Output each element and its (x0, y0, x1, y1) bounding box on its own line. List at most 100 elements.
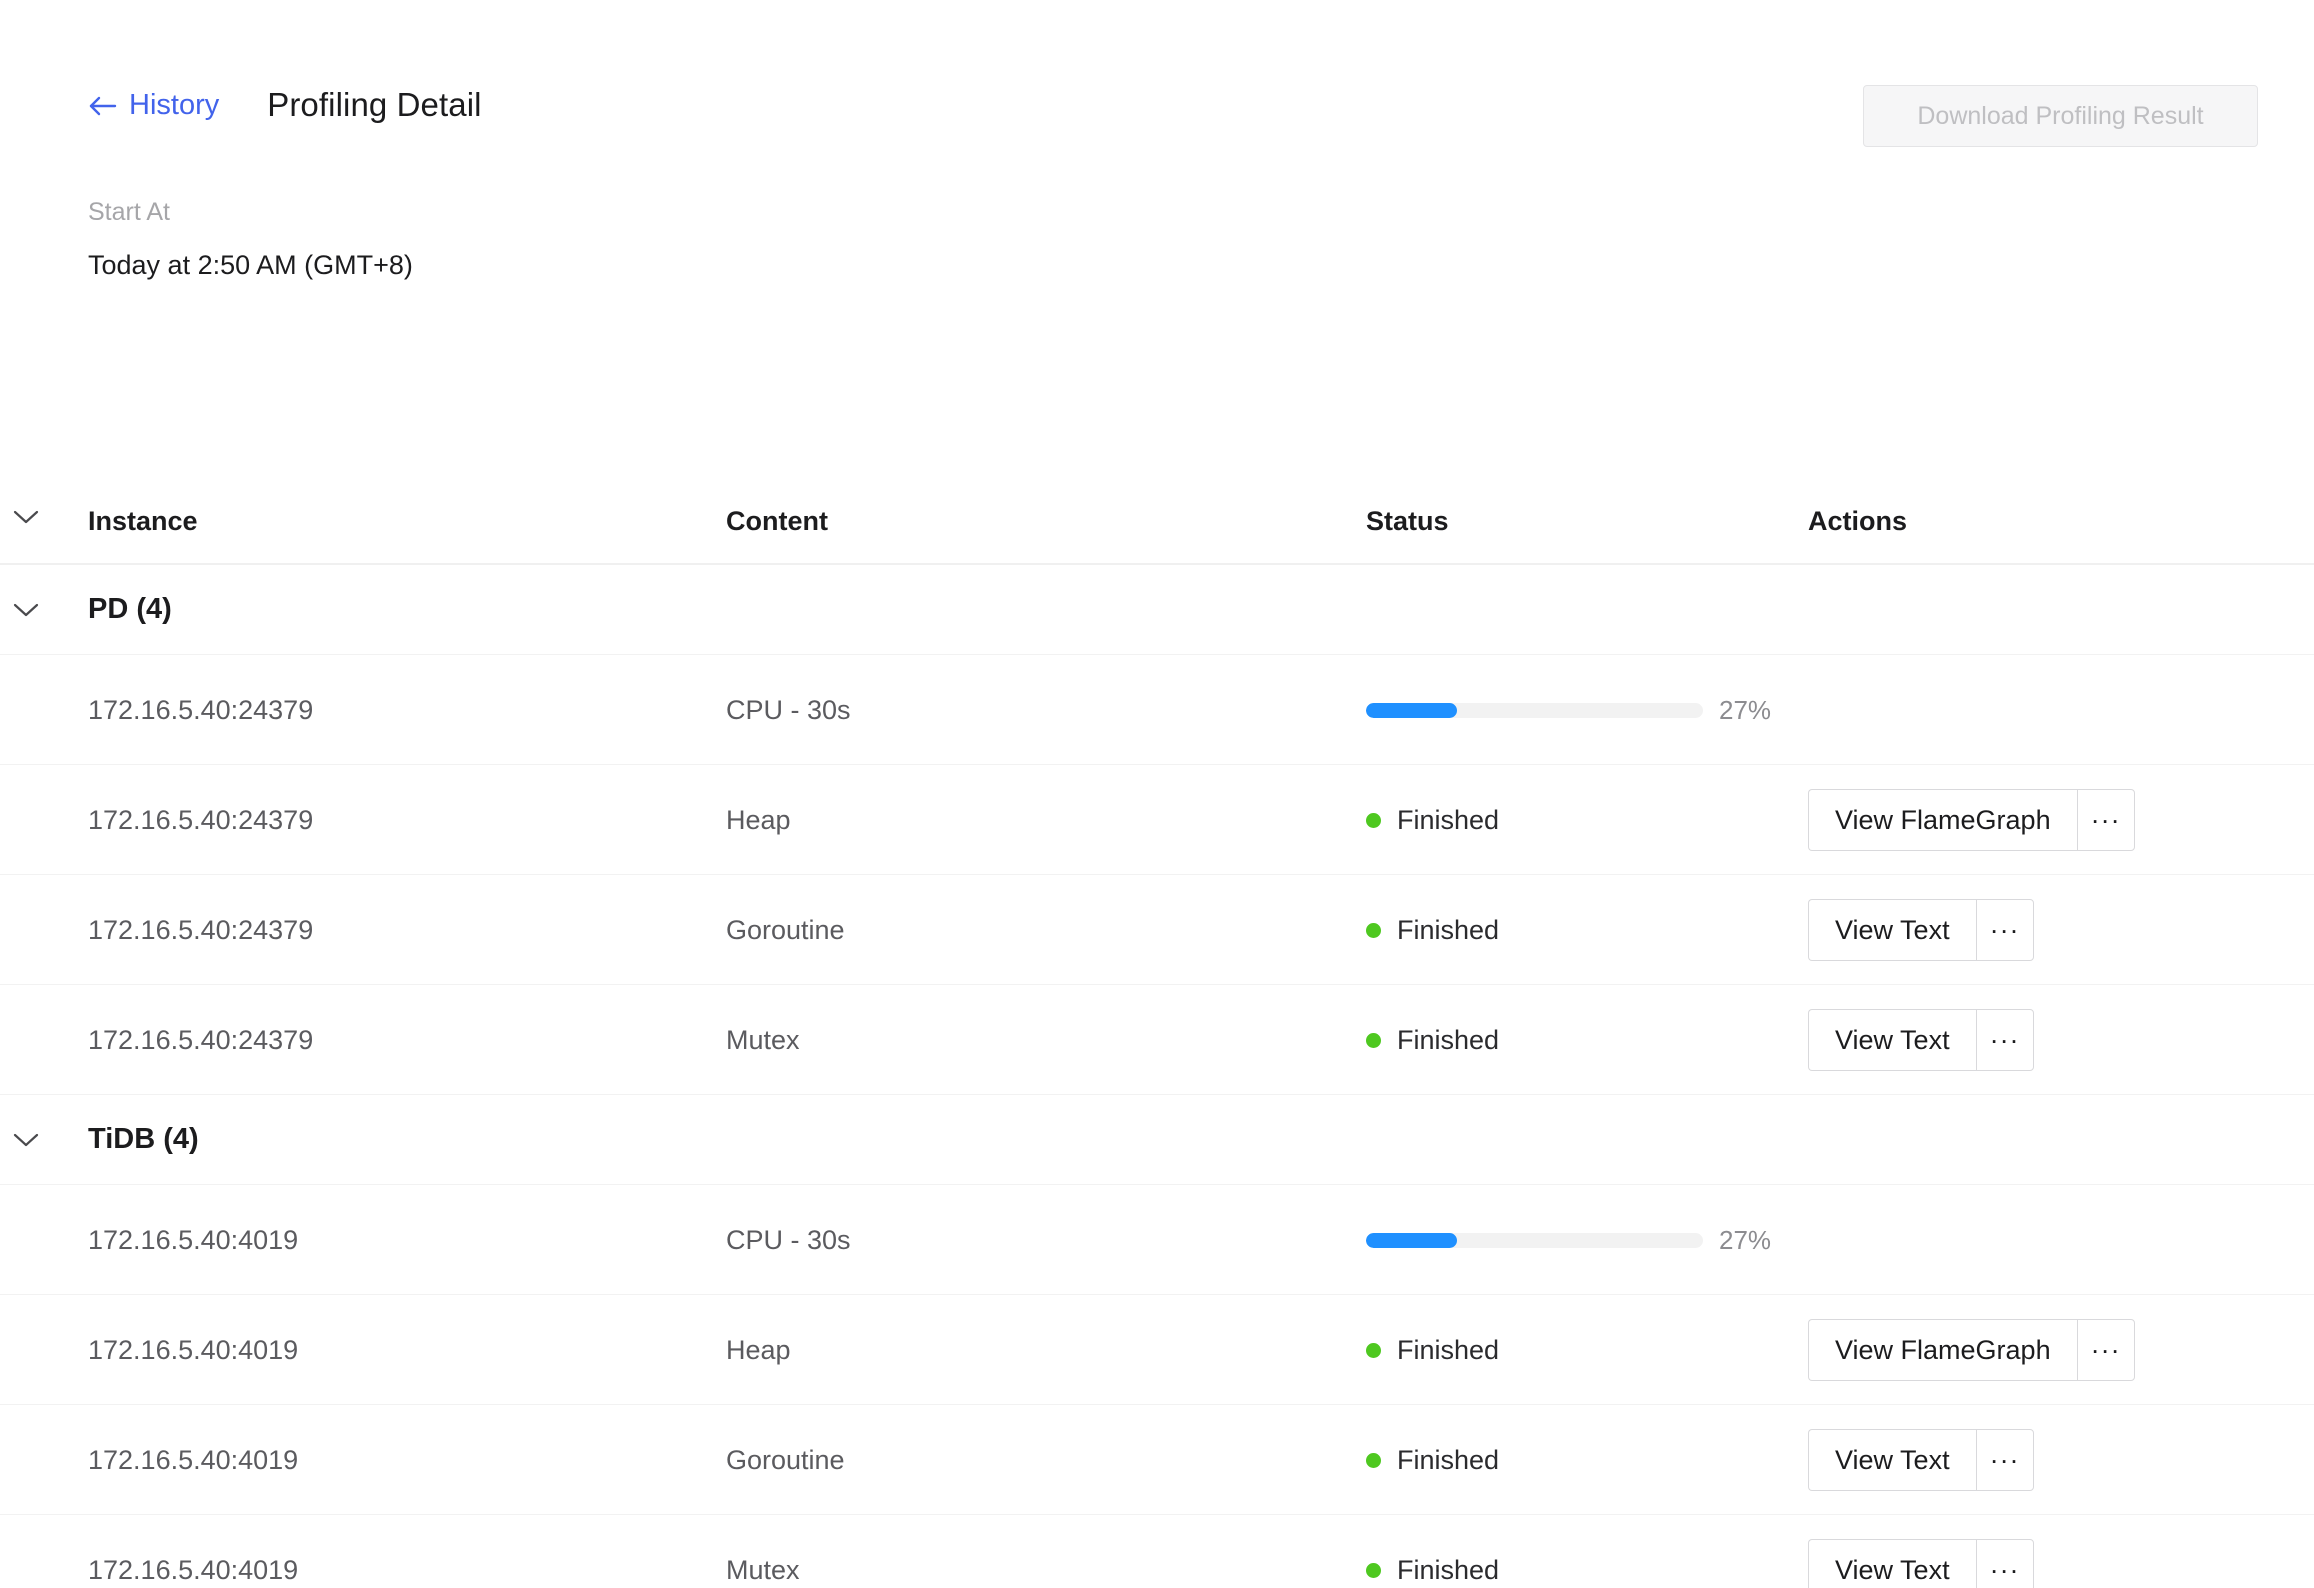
cell-status: Finished (1366, 765, 1499, 875)
status-dot-icon (1366, 1563, 1381, 1578)
row-action-split-button: View Text··· (1808, 1009, 2034, 1071)
row-more-actions-button[interactable]: ··· (1976, 899, 2034, 961)
cell-status: Finished (1366, 1515, 1499, 1588)
cell-instance: 172.16.5.40:4019 (88, 1185, 298, 1295)
status-label: Finished (1397, 917, 1499, 944)
table-group-row[interactable]: TiDB (4) (0, 1095, 2314, 1185)
status-badge: Finished (1366, 917, 1499, 944)
status-badge: Finished (1366, 1557, 1499, 1584)
instance-address: 172.16.5.40:4019 (88, 1227, 298, 1254)
cell-status: Finished (1366, 985, 1499, 1095)
table-row: 172.16.5.40:24379 Mutex Finished View Text·… (0, 985, 2314, 1095)
cell-status: Finished (1366, 1405, 1499, 1515)
progress-track (1366, 703, 1703, 718)
row-action-split-button: View FlameGraph··· (1808, 789, 2135, 851)
progress-percent-label: 27% (1719, 697, 1771, 723)
expand-all-toggle[interactable] (12, 504, 56, 531)
row-primary-action-button[interactable]: View Text (1808, 1539, 1976, 1588)
content-type: Mutex (726, 1027, 800, 1054)
header-bar: History Profiling Detail (88, 86, 482, 124)
status-label: Finished (1397, 1027, 1499, 1054)
progress-fill (1366, 1233, 1457, 1248)
row-more-actions-button[interactable]: ··· (1976, 1539, 2034, 1588)
start-at-label: Start At (88, 200, 413, 225)
row-more-actions-button[interactable]: ··· (1976, 1429, 2034, 1491)
table-row: 172.16.5.40:24379CPU - 30s27% (0, 655, 2314, 765)
cell-instance: 172.16.5.40:24379 (88, 765, 313, 875)
cell-actions: View Text··· (1808, 875, 2034, 985)
progress-indicator: 27% (1366, 1227, 1771, 1253)
table-row: 172.16.5.40:24379 Heap Finished View FlameG… (0, 765, 2314, 875)
row-primary-action-button[interactable]: View FlameGraph (1808, 1319, 2077, 1381)
instance-address: 172.16.5.40:4019 (88, 1447, 298, 1474)
content-type: CPU - 30s (726, 1227, 851, 1254)
content-type: Heap (726, 1337, 791, 1364)
progress-percent-label: 27% (1719, 1227, 1771, 1253)
status-dot-icon (1366, 813, 1381, 828)
table-group-label: PD (4) (88, 595, 172, 624)
chevron-down-icon[interactable] (12, 601, 40, 619)
cell-actions: View FlameGraph··· (1808, 765, 2135, 875)
table-row: 172.16.5.40:4019 Mutex Finished View Text··… (0, 1515, 2314, 1588)
profiling-table: Instance Content Status Actions PD (4) 17… (0, 480, 2314, 1588)
instance-address: 172.16.5.40:4019 (88, 1337, 298, 1364)
status-badge: Finished (1366, 1337, 1499, 1364)
content-type: Mutex (726, 1557, 800, 1584)
status-badge: Finished (1366, 807, 1499, 834)
cell-actions: View Text··· (1808, 1515, 2034, 1588)
cell-actions: View Text··· (1808, 985, 2034, 1095)
cell-instance: 172.16.5.40:4019 (88, 1295, 298, 1405)
instance-address: 172.16.5.40:4019 (88, 1557, 298, 1584)
row-action-split-button: View Text··· (1808, 1539, 2034, 1588)
start-at-block: Start At Today at 2:50 AM (GMT+8) (88, 200, 413, 279)
status-dot-icon (1366, 1033, 1381, 1048)
cell-content: Goroutine (726, 1405, 845, 1515)
back-to-history-link[interactable]: History (88, 91, 219, 120)
progress-fill (1366, 703, 1457, 718)
start-at-value: Today at 2:50 AM (GMT+8) (88, 252, 413, 279)
row-primary-action-button[interactable]: View Text (1808, 1429, 1976, 1491)
cell-content: Heap (726, 765, 791, 875)
content-type: Goroutine (726, 917, 845, 944)
instance-address: 172.16.5.40:24379 (88, 917, 313, 944)
table-header-row: Instance Content Status Actions (0, 480, 2314, 565)
content-type: Goroutine (726, 1447, 845, 1474)
row-more-actions-button[interactable]: ··· (2077, 789, 2135, 851)
profiling-detail-page: History Profiling Detail Download Profil… (0, 0, 2314, 1588)
table-group-label: TiDB (4) (88, 1125, 199, 1154)
cell-content: Mutex (726, 1515, 800, 1588)
row-action-split-button: View Text··· (1808, 1429, 2034, 1491)
table-row: 172.16.5.40:4019 Heap Finished View FlameGr… (0, 1295, 2314, 1405)
cell-instance: 172.16.5.40:24379 (88, 875, 313, 985)
cell-instance: 172.16.5.40:4019 (88, 1515, 298, 1588)
row-primary-action-button[interactable]: View Text (1808, 1009, 1976, 1071)
row-more-actions-button[interactable]: ··· (2077, 1319, 2135, 1381)
content-type: Heap (726, 807, 791, 834)
cell-content: Goroutine (726, 875, 845, 985)
chevron-down-icon (12, 508, 40, 526)
status-dot-icon (1366, 1343, 1381, 1358)
table-group-row[interactable]: PD (4) (0, 565, 2314, 655)
cell-status: Finished (1366, 875, 1499, 985)
status-label: Finished (1397, 807, 1499, 834)
instance-address: 172.16.5.40:24379 (88, 1027, 313, 1054)
cell-content: Mutex (726, 985, 800, 1095)
row-primary-action-button[interactable]: View FlameGraph (1808, 789, 2077, 851)
table-row: 172.16.5.40:24379 Goroutine Finished View T… (0, 875, 2314, 985)
chevron-down-icon[interactable] (12, 1131, 40, 1149)
cell-content: CPU - 30s (726, 1185, 851, 1295)
status-badge: Finished (1366, 1447, 1499, 1474)
status-dot-icon (1366, 1453, 1381, 1468)
row-more-actions-button[interactable]: ··· (1976, 1009, 2034, 1071)
status-label: Finished (1397, 1557, 1499, 1584)
page-header: History Profiling Detail Download Profil… (0, 0, 2314, 200)
cell-actions: View Text··· (1808, 1405, 2034, 1515)
table-row: 172.16.5.40:4019 CPU - 30s 27% (0, 1185, 2314, 1295)
download-profiling-result-button[interactable]: Download Profiling Result (1863, 85, 2258, 147)
cell-content: Heap (726, 1295, 791, 1405)
cell-status: 27% (1366, 1185, 1771, 1295)
status-dot-icon (1366, 923, 1381, 938)
row-primary-action-button[interactable]: View Text (1808, 899, 1976, 961)
cell-instance: 172.16.5.40:24379 (88, 985, 313, 1095)
column-header-status: Status (1366, 508, 1449, 535)
